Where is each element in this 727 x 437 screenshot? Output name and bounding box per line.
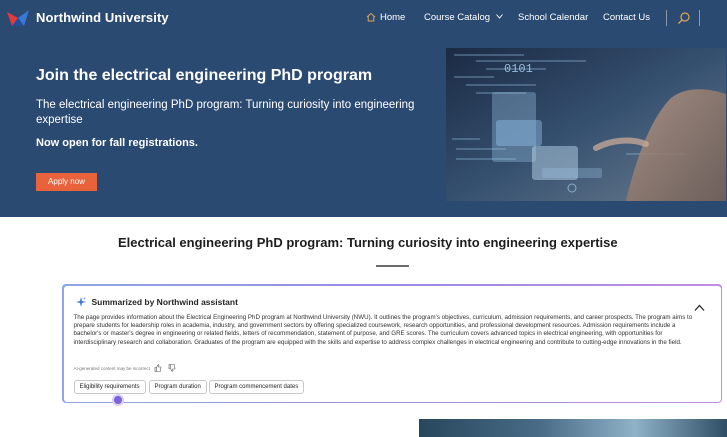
home-icon — [366, 12, 376, 22]
nav-divider — [699, 10, 700, 26]
ai-summary-panel: Summarized by Northwind assistant The pa… — [62, 284, 722, 406]
brand-name[interactable]: Northwind University — [36, 10, 169, 25]
thumb-down-icon[interactable] — [168, 363, 176, 372]
chip-program-duration[interactable]: Program duration — [148, 379, 207, 394]
hero-title: Join the electrical engineering PhD prog… — [36, 67, 373, 84]
ai-disclaimer: AI-generated content may be incorrect — [73, 365, 151, 371]
hero-section: Northwind University Home Course Catalog… — [0, 0, 727, 217]
summary-body: The page provides information about the … — [73, 313, 693, 346]
nav-home-label: Home — [380, 12, 406, 23]
hero-registration-note: Now open for fall registrations. — [36, 137, 198, 149]
search-icon[interactable] — [677, 11, 691, 25]
northwind-logo-icon[interactable] — [6, 8, 30, 28]
page-title: Electrical engineering PhD program: Turn… — [118, 235, 618, 250]
nav-contact-link[interactable]: Contact Us — [603, 12, 650, 23]
top-nav: Northwind University Home Course Catalog… — [0, 0, 727, 36]
nav-course-catalog-dropdown[interactable]: Course Catalog — [424, 12, 503, 23]
binary-text: 0101 — [504, 62, 533, 76]
summary-heading: Summarized by Northwind assistant — [91, 296, 238, 307]
title-divider — [376, 265, 409, 267]
chip-program-commencement-dates[interactable]: Program commencement dates — [208, 379, 305, 394]
thumb-up-icon[interactable] — [154, 363, 162, 372]
nav-divider — [666, 10, 667, 26]
hero-subtitle: The electrical engineering PhD program: … — [36, 99, 415, 126]
chip-eligibility-requirements[interactable]: Eligibility requirements — [73, 379, 146, 394]
chevron-down-icon — [495, 14, 503, 19]
hero-image: 0101 — [446, 48, 726, 201]
sparkle-icon — [75, 296, 86, 307]
nav-home-link[interactable]: Home — [366, 12, 405, 23]
apply-now-button[interactable]: Apply now — [36, 173, 97, 191]
page: Northwind University Home Course Catalog… — [0, 0, 727, 437]
ai-summary-content: Summarized by Northwind assistant The pa… — [63, 285, 721, 406]
chevron-up-icon[interactable] — [694, 304, 705, 312]
nav-school-calendar-link[interactable]: School Calendar — [518, 12, 588, 23]
nav-catalog-label: Course Catalog — [424, 12, 491, 23]
content-image-preview — [419, 419, 727, 437]
pointer-indicator — [111, 393, 124, 406]
